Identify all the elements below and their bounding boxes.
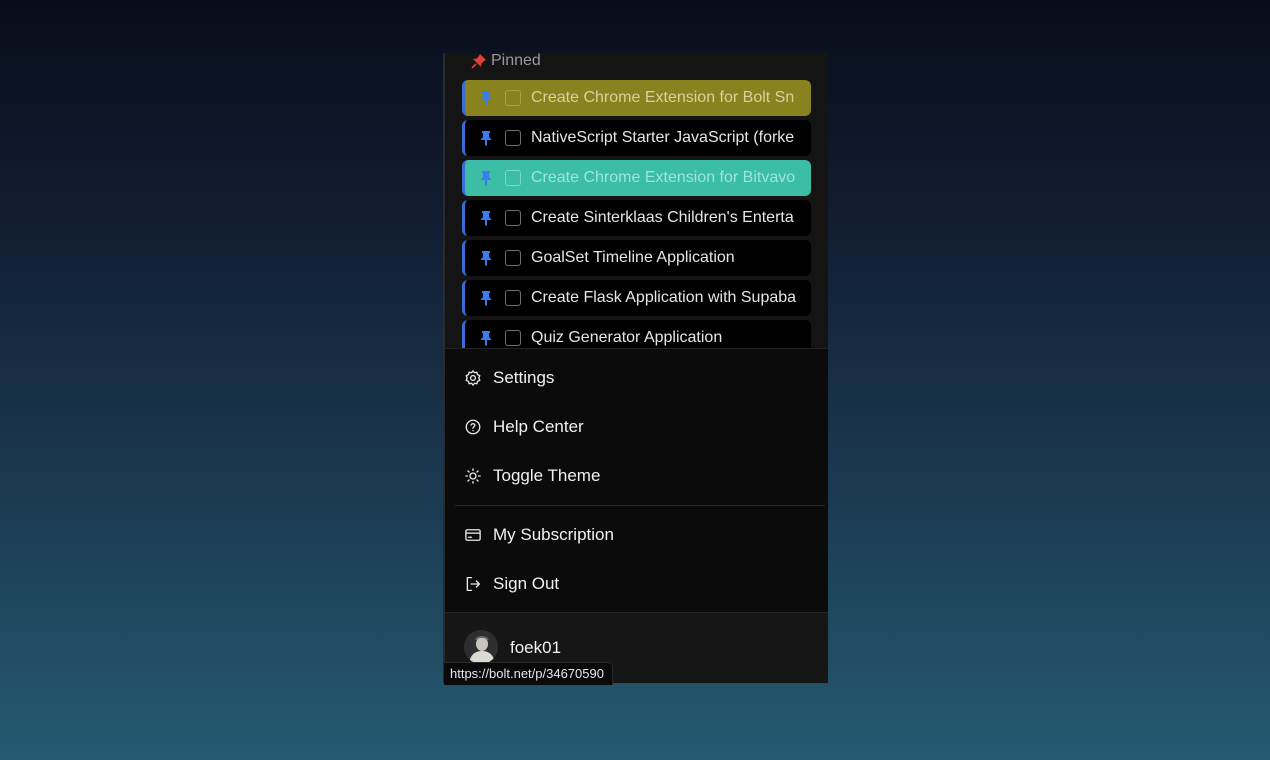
user-photo-icon: [464, 630, 498, 664]
sidebar-panel: Pinned Create Chrome Extension for Bolt …: [443, 53, 828, 683]
pinned-chat-item[interactable]: Create Flask Application with Supaba: [462, 280, 811, 316]
pinned-chat-item[interactable]: Create Chrome Extension for Bitvavo: [462, 160, 811, 196]
pinned-chat-item[interactable]: NativeScript Starter JavaScript (forke: [462, 120, 811, 156]
pin-icon[interactable]: [478, 90, 494, 106]
pinned-header: Pinned: [471, 53, 541, 69]
chat-title: GoalSet Timeline Application: [531, 249, 735, 266]
help-circle-icon: [465, 419, 481, 435]
avatar[interactable]: [464, 630, 498, 664]
pinned-chat-item[interactable]: Quiz Generator Application: [462, 320, 811, 348]
sign-out-menu-item[interactable]: Sign Out: [464, 572, 559, 596]
pinned-chat-item[interactable]: GoalSet Timeline Application: [462, 240, 811, 276]
pin-icon[interactable]: [478, 210, 494, 226]
select-checkbox[interactable]: [505, 130, 521, 146]
toggle-theme-label: Toggle Theme: [493, 466, 601, 485]
pin-icon[interactable]: [478, 130, 494, 146]
chat-title: NativeScript Starter JavaScript (forke: [531, 129, 795, 146]
sign-out-label: Sign Out: [493, 574, 560, 593]
pin-icon[interactable]: [478, 330, 494, 346]
gear-icon: [465, 370, 481, 386]
chat-title: Create Chrome Extension for Bitvavo: [531, 169, 796, 186]
help-center-menu-item[interactable]: Help Center: [464, 415, 584, 439]
chat-title: Create Sinterklaas Children's Enterta: [531, 209, 794, 226]
status-url-tooltip: https://bolt.net/p/34670590: [444, 662, 613, 685]
sign-out-icon: [466, 576, 481, 592]
sun-icon: [465, 468, 481, 484]
select-checkbox[interactable]: [505, 290, 521, 306]
chat-title: Create Flask Application with Supaba: [531, 289, 797, 306]
username: foek01: [510, 638, 562, 657]
help-center-label: Help Center: [493, 417, 584, 436]
settings-label: Settings: [493, 368, 555, 387]
account-menu: Settings Help Center Toggle Theme My Sub…: [445, 348, 828, 593]
toggle-theme-menu-item[interactable]: Toggle Theme: [464, 464, 600, 488]
pinned-chat-item[interactable]: Create Chrome Extension for Bolt Sn: [462, 80, 811, 116]
pin-icon[interactable]: [478, 290, 494, 306]
select-checkbox[interactable]: [505, 90, 521, 106]
my-subscription-label: My Subscription: [493, 525, 614, 544]
select-checkbox[interactable]: [505, 250, 521, 266]
credit-card-icon: [465, 529, 481, 541]
pinned-chats-section: Pinned Create Chrome Extension for Bolt …: [445, 53, 828, 348]
pin-icon[interactable]: [478, 170, 494, 186]
chat-title: Quiz Generator Application: [531, 329, 723, 346]
menu-divider: [455, 505, 825, 506]
pushpin-icon: [471, 54, 486, 69]
settings-menu-item[interactable]: Settings: [464, 366, 554, 390]
select-checkbox[interactable]: [505, 330, 521, 346]
pinned-header-label: Pinned: [491, 53, 541, 69]
my-subscription-menu-item[interactable]: My Subscription: [464, 523, 614, 547]
select-checkbox[interactable]: [505, 210, 521, 226]
pinned-chat-item[interactable]: Create Sinterklaas Children's Enterta: [462, 200, 811, 236]
select-checkbox[interactable]: [505, 170, 521, 186]
pin-icon[interactable]: [478, 250, 494, 266]
chat-title: Create Chrome Extension for Bolt Sn: [531, 89, 795, 106]
